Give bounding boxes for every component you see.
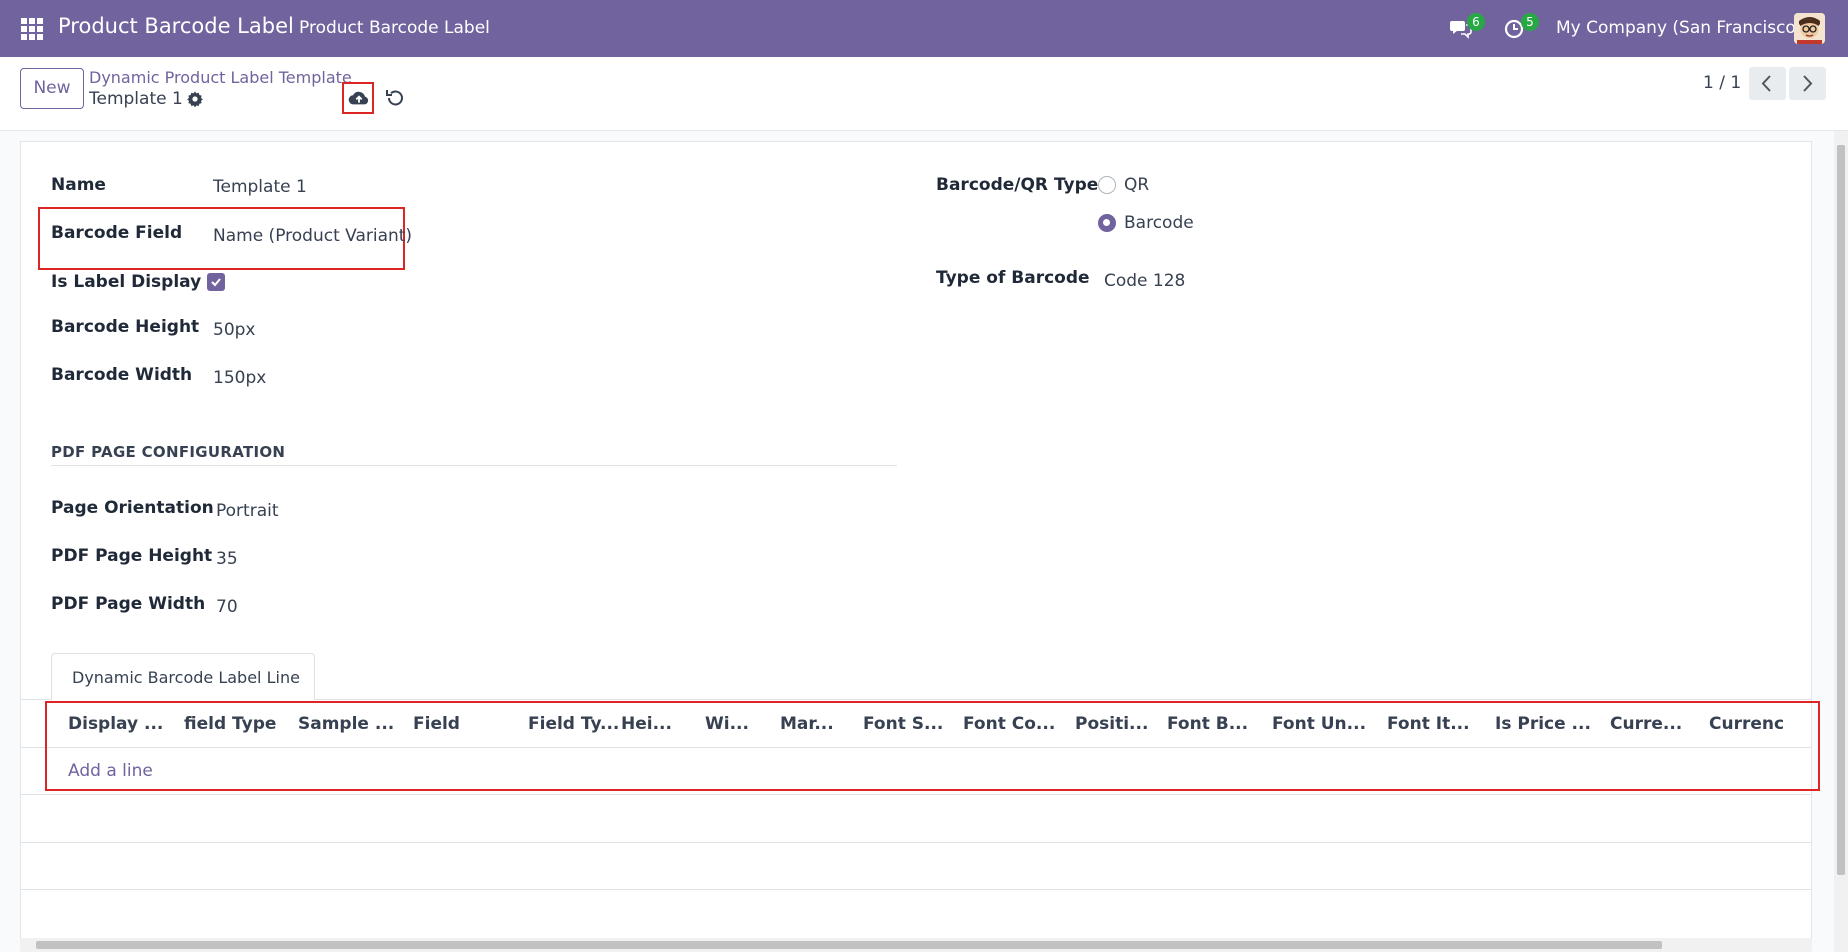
new-button[interactable]: New xyxy=(20,68,84,109)
menu-product-barcode-label[interactable]: Product Barcode Label xyxy=(299,18,490,38)
qr-type-label: Barcode/QR Type xyxy=(936,175,1099,195)
barcode-width-field[interactable]: 150px xyxy=(213,368,266,388)
barcode-height-label: Barcode Height xyxy=(51,317,200,337)
name-field[interactable]: Template 1 xyxy=(213,177,307,197)
horizontal-scrollbar[interactable] xyxy=(20,938,1812,952)
apps-menu-icon[interactable] xyxy=(21,18,43,40)
barcode-width-label: Barcode Width xyxy=(51,365,193,385)
label-display-checkbox[interactable] xyxy=(207,273,225,291)
undo-icon[interactable] xyxy=(384,87,406,109)
activities-button[interactable]: 5 xyxy=(1503,13,1539,40)
barcode-radio-label[interactable]: Barcode xyxy=(1124,213,1194,233)
barcode-field-select[interactable]: Name (Product Variant) xyxy=(213,226,412,246)
pdf-width-label: PDF Page Width xyxy=(51,594,206,614)
table-row-divider xyxy=(20,842,1812,843)
pdf-width-field[interactable]: 70 xyxy=(216,597,238,617)
name-label: Name xyxy=(51,175,106,195)
control-panel: New Dynamic Product Label Template Templ… xyxy=(0,57,1848,131)
gear-icon[interactable] xyxy=(186,90,204,108)
pdf-height-label: PDF Page Height xyxy=(51,546,213,566)
chevron-right-icon xyxy=(1803,75,1813,92)
pager-value[interactable]: 1 / 1 xyxy=(1703,73,1741,93)
pager-previous-button[interactable] xyxy=(1749,67,1786,100)
vertical-scrollbar-thumb[interactable] xyxy=(1837,145,1845,875)
qr-radio-label[interactable]: QR xyxy=(1124,175,1149,195)
page-orientation-select[interactable]: Portrait xyxy=(216,501,279,521)
tab-dynamic-barcode-label-line[interactable]: Dynamic Barcode Label Line xyxy=(51,653,315,700)
label-display-label: Is Label Display ? xyxy=(51,272,217,292)
cloud-upload-icon[interactable] xyxy=(348,88,370,108)
pdf-section-title: PDF PAGE CONFIGURATION xyxy=(51,443,286,461)
messages-button[interactable]: 6 xyxy=(1449,13,1485,40)
table-highlight xyxy=(45,701,1820,791)
activities-count-badge: 5 xyxy=(1521,13,1539,31)
table-row-divider xyxy=(20,889,1812,890)
vertical-scrollbar[interactable] xyxy=(1834,131,1848,952)
chevron-left-icon xyxy=(1761,75,1771,92)
page-orientation-label: Page Orientation xyxy=(51,498,214,518)
app-title[interactable]: Product Barcode Label xyxy=(58,14,294,38)
type-of-barcode-label: Type of Barcode xyxy=(936,268,1090,288)
user-avatar[interactable] xyxy=(1794,13,1825,44)
barcode-height-field[interactable]: 50px xyxy=(213,320,255,340)
type-of-barcode-select[interactable]: Code 128 xyxy=(1104,271,1185,291)
breadcrumb-parent[interactable]: Dynamic Product Label Template xyxy=(89,68,352,87)
messages-count-badge: 6 xyxy=(1467,13,1485,31)
pdf-height-field[interactable]: 35 xyxy=(216,549,238,569)
barcode-field-label: Barcode Field xyxy=(51,223,183,243)
table-row-divider xyxy=(20,794,1812,795)
check-icon xyxy=(211,278,221,287)
section-divider xyxy=(51,465,897,466)
breadcrumb-current: Template 1 xyxy=(89,89,183,109)
barcode-radio[interactable] xyxy=(1098,214,1116,232)
horizontal-scrollbar-thumb[interactable] xyxy=(36,941,1662,949)
top-navbar: Product Barcode Label Product Barcode La… xyxy=(0,0,1848,57)
pager-next-button[interactable] xyxy=(1789,67,1826,100)
company-switcher[interactable]: My Company (San Francisco) xyxy=(1556,18,1802,38)
qr-radio[interactable] xyxy=(1098,176,1116,194)
